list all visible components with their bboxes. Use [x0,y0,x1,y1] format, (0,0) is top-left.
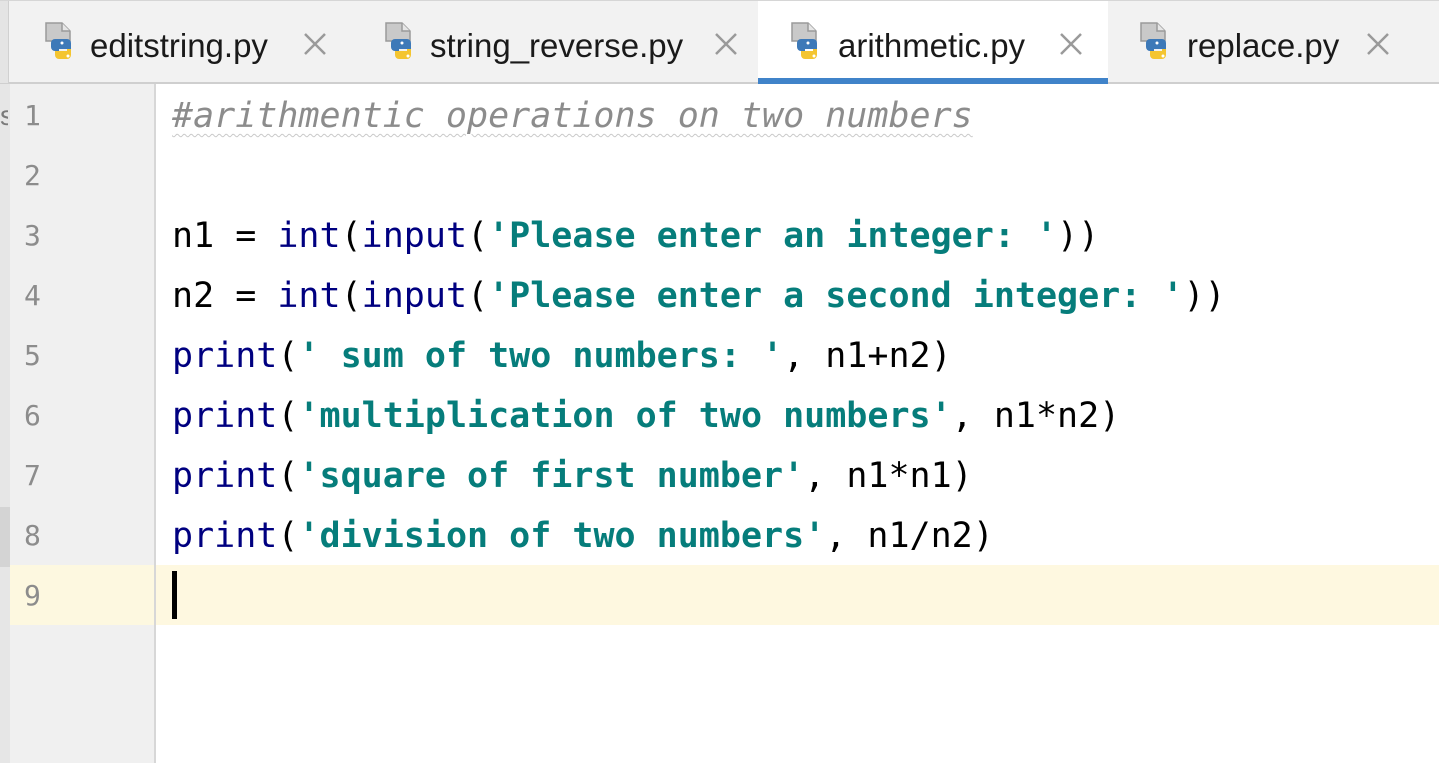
code-token: n2 = [172,276,278,316]
code-token: ( [467,216,489,256]
code-line-1[interactable]: #arithmentic operations on two numbers [172,86,973,146]
tab-label: replace.py [1187,27,1340,64]
line-number: 4 [24,279,41,312]
close-icon[interactable] [1058,31,1084,57]
code-token: n1 = [172,216,278,256]
string-token: 'Please enter a second integer: ' [488,276,1184,316]
code-token: ( [277,456,299,496]
python-file-icon [42,21,82,67]
code-token: ( [277,336,299,376]
code-token: ( [467,276,489,316]
line-number: 6 [24,399,41,432]
close-icon[interactable] [713,31,739,57]
code-token: ( [277,396,299,436]
line-number: 9 [24,579,41,612]
tab-label: editstring.py [90,27,268,64]
code-token: , n1+n2) [783,336,952,376]
gutter-fold-strip [0,84,10,763]
code-line-7[interactable]: print('square of first number', n1*n1) [172,446,973,506]
python-file-icon [382,21,422,67]
line-number: 3 [24,219,41,252]
line-number: 7 [24,459,41,492]
code-token: ( [340,216,362,256]
string-token: 'square of first number' [298,456,805,496]
builtin-token: print [172,396,278,436]
current-line-highlight [156,565,1439,625]
code-token: ( [277,516,299,556]
code-line-3[interactable]: n1 = int(input('Please enter an integer:… [172,206,1099,266]
text-caret [172,571,177,619]
builtin-token: input [361,216,468,256]
builtin-token: print [172,516,278,556]
code-line-4[interactable]: n2 = int(input('Please enter a second in… [172,266,1226,326]
line-number: 5 [24,339,41,372]
builtin-token: int [277,216,341,256]
editor-tab-bar: editstring.py string_reverse.py arithmet… [0,0,1439,84]
gutter-strip-marker [0,507,10,567]
code-token: )) [1057,216,1100,256]
code-token: ( [340,276,362,316]
tab-string-reverse[interactable]: string_reverse.py [370,1,755,83]
code-token: , n1/n2) [825,516,994,556]
string-token: ' sum of two numbers: ' [298,336,784,376]
code-line-6[interactable]: print('multiplication of two numbers', n… [172,386,1120,446]
tab-label: arithmetic.py [838,27,1026,64]
code-line-8[interactable]: print('division of two numbers', n1/n2) [172,506,994,566]
code-token: , n1*n2) [951,396,1121,436]
tab-bar-edge [0,1,9,83]
code-token: )) [1183,276,1226,316]
python-file-icon [788,21,828,67]
builtin-token: print [172,336,278,376]
code-token: , n1*n1) [804,456,973,496]
python-file-icon [1137,21,1177,67]
string-token: 'division of two numbers' [298,516,826,556]
builtin-token: input [361,276,468,316]
comment-token: #arithmentic operations on two numbers [172,96,973,136]
ide-window: editstring.py string_reverse.py arithmet… [0,0,1439,763]
line-number: 8 [24,519,41,552]
string-token: 'multiplication of two numbers' [298,396,952,436]
builtin-token: print [172,456,278,496]
string-token: 'Please enter an integer: ' [488,216,1058,256]
close-icon[interactable] [302,31,328,57]
tab-label: string_reverse.py [430,27,684,64]
cut-off-panel-text: s [0,100,8,131]
tab-editstring[interactable]: editstring.py [30,1,350,83]
tab-replace[interactable]: replace.py [1125,1,1405,83]
code-line-5[interactable]: print(' sum of two numbers: ', n1+n2) [172,326,952,386]
tab-arithmetic[interactable]: arithmetic.py [758,1,1108,84]
line-number: 1 [24,99,41,132]
close-icon[interactable] [1365,31,1391,57]
builtin-token: int [277,276,341,316]
line-number: 2 [24,159,41,192]
